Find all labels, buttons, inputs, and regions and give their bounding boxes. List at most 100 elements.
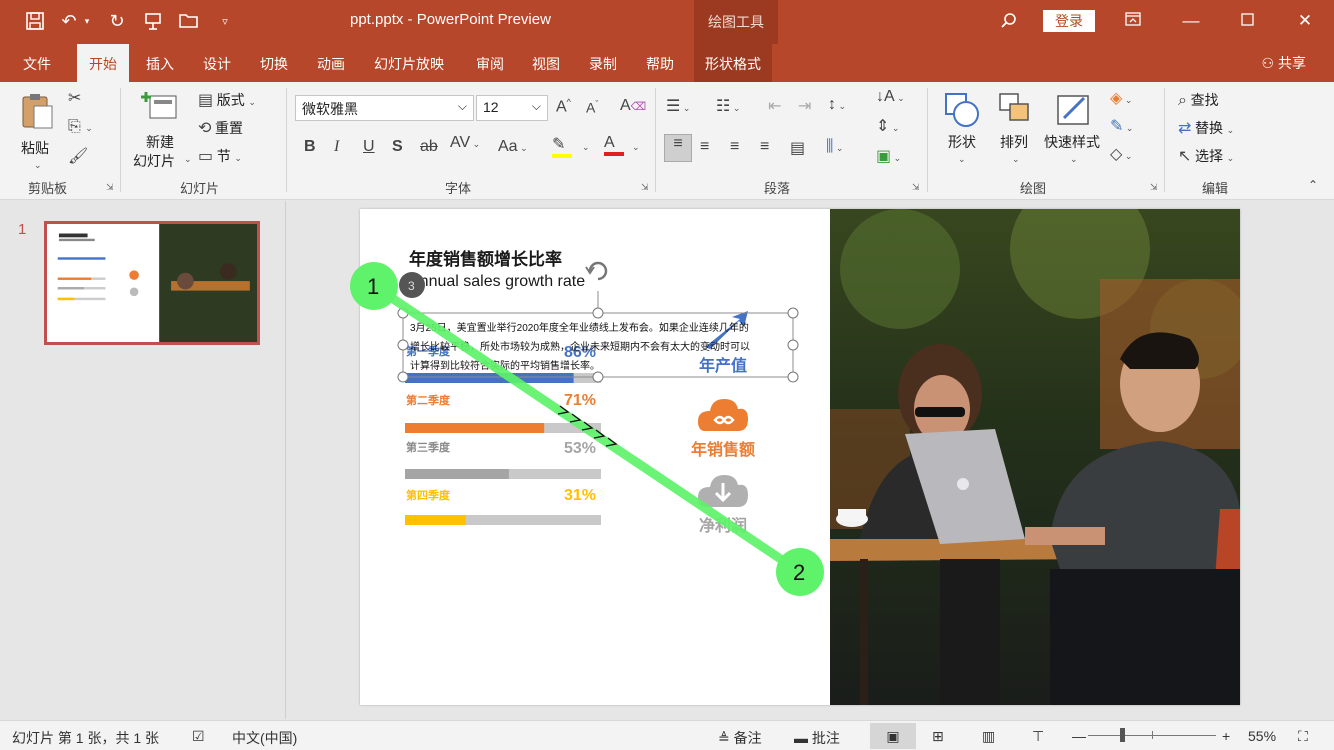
collapse-ribbon-icon[interactable]: ⌃ [1308,178,1318,192]
new-slide-button[interactable]: 新建 幻灯片 ⌄ [128,88,192,174]
tab-record[interactable]: 录制 [589,54,617,74]
character-spacing-icon[interactable]: AV ⌄ [450,134,480,152]
paste-button[interactable]: 粘贴 ⌄ [16,90,60,170]
font-launcher-icon[interactable]: ⇲ [641,182,649,193]
tab-home[interactable]: 开始 [77,44,129,82]
quick-styles-button[interactable]: 快速样式 ⌄ [1044,88,1106,174]
resize-handle[interactable] [592,371,604,383]
resize-handle[interactable] [397,339,409,351]
underline-icon[interactable]: U [363,138,375,156]
slide-sorter-view-icon[interactable]: ⊞ [932,728,944,745]
customize-toolbar-icon[interactable]: ▿ [212,8,238,34]
zoom-slider-thumb[interactable] [1120,728,1125,742]
tab-slideshow[interactable]: 幻灯片放映 [374,54,444,74]
slide-thumbnail[interactable] [44,221,260,345]
zoom-level[interactable]: 55% [1248,728,1276,744]
fit-to-window-icon[interactable]: ⛶ [1298,728,1308,745]
tab-insert[interactable]: 插入 [146,54,174,74]
language-status[interactable]: 中文(中国) [232,728,297,748]
justify-icon[interactable]: ≡ [760,138,769,156]
comments-button[interactable]: ▬ 批注 [794,728,840,748]
text-shadow-icon[interactable]: S [392,138,403,156]
normal-view-icon[interactable]: ▣ [870,723,916,749]
tab-design[interactable]: 设计 [203,54,231,74]
present-icon[interactable] [140,8,166,34]
italic-icon[interactable]: I [334,138,339,156]
clipboard-launcher-icon[interactable]: ⇲ [106,182,114,193]
resize-handle[interactable] [397,307,409,319]
undo-icon[interactable]: ↶ [56,8,82,34]
decrease-indent-icon[interactable]: ⇤ [768,96,781,116]
columns-icon[interactable]: ⫼ ⌄ [826,138,843,156]
highlight-color-icon[interactable]: ✎ [552,134,572,158]
font-color-dropdown-icon[interactable]: ⌄ [632,142,640,153]
text-direction-icon[interactable]: ↓A ⌄ [876,88,905,106]
tab-help[interactable]: 帮助 [646,54,674,74]
align-left-icon[interactable]: ≡ [664,134,692,162]
ribbon-display-options-icon[interactable] [1118,8,1148,34]
slide-subtitle[interactable]: Annual sales growth rate [409,273,585,290]
select-button[interactable]: ↖ 选择 ⌄ [1178,146,1234,166]
tab-review[interactable]: 审阅 [476,54,504,74]
tab-transitions[interactable]: 切换 [260,54,288,74]
slideshow-view-icon[interactable]: ⊤ [1032,728,1044,745]
line-spacing-icon[interactable]: ↕ ⌄ [828,96,846,114]
font-color-icon[interactable]: A [604,134,624,156]
resize-handle[interactable] [787,307,799,319]
drawing-launcher-icon[interactable]: ⇲ [1150,182,1158,193]
highlight-dropdown-icon[interactable]: ⌄ [582,142,590,153]
align-text-icon[interactable]: ⇕ ⌄ [876,116,899,136]
cut-icon[interactable]: ✂ [68,88,81,108]
find-button[interactable]: ⌕ 查找 [1178,90,1219,110]
font-name-combo[interactable]: 微软雅黑 ⌵ [295,95,474,121]
align-right-icon[interactable]: ≡ [730,138,739,156]
resize-handle[interactable] [397,371,409,383]
notes-button[interactable]: ≜ 备注 [718,728,762,748]
minimize-icon[interactable]: — [1176,8,1206,34]
tab-file[interactable]: 文件 [23,54,51,74]
shape-effects-icon[interactable]: ◇ ⌄ [1110,144,1132,164]
redo-icon[interactable]: ↻ [104,8,130,34]
reset-button[interactable]: ⟲ 重置 [198,118,243,138]
search-icon[interactable] [996,8,1022,34]
arrange-button[interactable]: 排列 ⌄ [994,88,1040,174]
open-folder-icon[interactable] [176,8,202,34]
increase-indent-icon[interactable]: ⇥ [798,96,811,116]
replace-button[interactable]: ⇄ 替换 ⌄ [1178,118,1234,138]
maximize-icon[interactable] [1232,8,1262,34]
strikethrough-icon[interactable]: ab [420,138,438,156]
slide-photo[interactable] [830,209,1240,705]
zoom-in-icon[interactable]: + [1222,728,1230,744]
increase-font-size-icon[interactable]: A^ [556,97,571,116]
shape-outline-icon[interactable]: ✎ ⌄ [1110,116,1133,136]
numbering-icon[interactable]: ☷ ⌄ [716,96,740,116]
paragraph-launcher-icon[interactable]: ⇲ [912,182,920,193]
close-icon[interactable]: ✕ [1290,8,1320,34]
slide-canvas[interactable]: 年度销售额增长比率 Annual sales growth rate 3 第一季… [360,209,1240,705]
zoom-out-icon[interactable]: — [1072,728,1086,744]
distributed-icon[interactable]: ▤ [790,138,805,158]
zoom-slider[interactable] [1088,728,1216,742]
login-button[interactable]: 登录 [1043,10,1095,32]
reading-view-icon[interactable]: ▥ [982,728,995,745]
tab-view[interactable]: 视图 [532,54,560,74]
bold-icon[interactable]: B [304,138,316,156]
shapes-button[interactable]: 形状 ⌄ [940,88,986,174]
bullets-icon[interactable]: ☰ ⌄ [666,96,690,116]
font-size-combo[interactable]: 12 ⌵ [476,95,548,121]
save-icon[interactable] [22,8,48,34]
share-button[interactable]: ⚇ 共享 [1262,53,1306,73]
rotate-handle-icon[interactable] [585,260,609,282]
decrease-font-size-icon[interactable]: Aˇ [586,99,598,116]
shape-fill-icon[interactable]: ◈ ⌄ [1110,88,1132,108]
tab-shape-format[interactable]: 形状格式 [694,44,772,82]
align-center-icon[interactable]: ≡ [700,138,709,156]
clear-formatting-icon[interactable]: A⌫ [620,97,646,115]
copy-icon[interactable]: ⎘ ⌄ [68,118,93,136]
tab-animations[interactable]: 动画 [317,54,345,74]
convert-to-smartart-icon[interactable]: ▣ ⌄ [876,146,901,166]
slide-title[interactable]: 年度销售额增长比率 [409,249,562,269]
format-painter-icon[interactable]: 🖌 [68,146,88,166]
resize-handle[interactable] [787,371,799,383]
layout-button[interactable]: ▤ 版式 ⌄ [198,90,256,110]
